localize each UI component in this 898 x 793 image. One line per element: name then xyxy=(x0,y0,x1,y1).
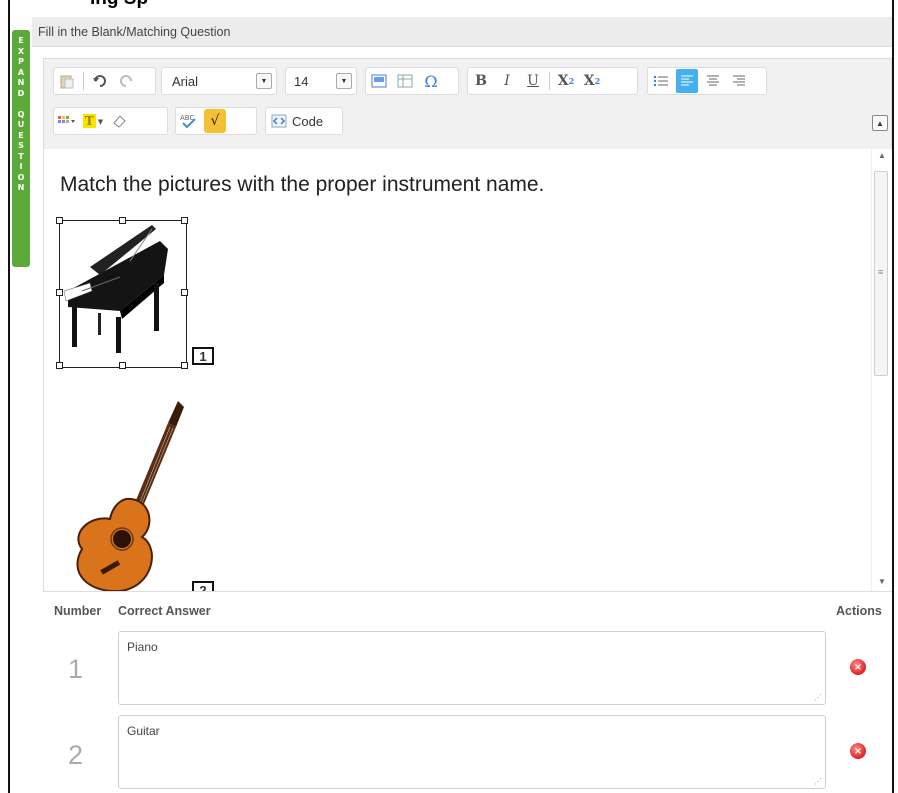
resize-handle[interactable] xyxy=(119,362,126,369)
bullet-list-icon[interactable] xyxy=(650,69,672,93)
redo-icon[interactable] xyxy=(115,69,137,93)
question-prompt: Match the pictures with the proper instr… xyxy=(60,173,545,196)
resize-grip-icon[interactable]: ⋰ xyxy=(814,777,822,786)
panel-title: Fill in the Blank/Matching Question xyxy=(32,17,892,47)
subscript-icon[interactable]: X2 xyxy=(555,69,577,93)
expand-tab-letter: Q xyxy=(17,109,25,119)
expand-tab-letter: X xyxy=(17,46,25,56)
expand-tab-letter: A xyxy=(17,67,25,77)
align-right-icon[interactable] xyxy=(728,69,750,93)
insert-image-icon[interactable] xyxy=(368,69,390,93)
expand-tab-letter: N xyxy=(17,78,25,87)
expand-tab-letter: D xyxy=(17,88,25,98)
expand-tab-letter: E xyxy=(18,130,24,140)
scroll-down-icon[interactable]: ▼ xyxy=(878,577,886,586)
align-left-icon[interactable] xyxy=(676,69,698,93)
expand-tab-letter: N xyxy=(17,183,25,192)
table-color-icon[interactable] xyxy=(56,109,78,133)
special-character-icon[interactable]: Ω xyxy=(420,69,442,93)
correct-answer-column-header: Correct Answer xyxy=(118,604,211,618)
chevron-down-icon: ▼ xyxy=(336,73,352,89)
font-family-value: Arial xyxy=(172,73,199,89)
answer-input[interactable]: Piano ⋰ xyxy=(118,631,826,705)
format-group: B I U X2 X2 xyxy=(467,67,638,95)
insert-group: Ω xyxy=(365,67,459,95)
toolbar-collapse-icon[interactable]: ▲ xyxy=(872,115,888,131)
undo-icon[interactable] xyxy=(89,69,111,93)
outer-border xyxy=(892,0,894,793)
number-column-header: Number xyxy=(54,604,102,618)
expand-tab-letter: S xyxy=(18,141,24,150)
separator xyxy=(83,72,84,90)
actions-column-header: Actions xyxy=(836,604,882,618)
resize-handle[interactable] xyxy=(56,217,63,224)
guitar-image[interactable] xyxy=(60,397,184,591)
page-heading: ing Sp xyxy=(90,0,148,9)
underline-icon[interactable]: U xyxy=(522,69,544,93)
expand-tab-letter: E xyxy=(18,36,24,45)
image-selection-frame xyxy=(59,220,187,368)
expand-question-tab[interactable]: EXPAND QUESTION xyxy=(12,30,30,267)
code-label: Code xyxy=(292,113,324,129)
editor-content[interactable]: Match the pictures with the proper instr… xyxy=(44,149,871,591)
editor-scrollbar[interactable]: ▲ ≡ ▼ xyxy=(871,149,892,591)
font-family-select[interactable]: Arial ▼ xyxy=(161,67,277,95)
answer-value: Piano xyxy=(127,640,158,654)
expand-tab-letter: T xyxy=(18,151,24,161)
expand-tab-letter xyxy=(20,99,23,110)
font-size-select[interactable]: 14 ▼ xyxy=(285,67,357,95)
eraser-icon[interactable] xyxy=(108,109,130,133)
expand-tab-letter: O xyxy=(17,172,25,182)
resize-handle[interactable] xyxy=(56,362,63,369)
bold-icon[interactable]: B xyxy=(470,69,492,93)
resize-handle[interactable] xyxy=(181,362,188,369)
expand-tab-letter: P xyxy=(18,57,24,66)
align-center-icon[interactable] xyxy=(702,69,724,93)
chevron-down-icon: ▼ xyxy=(256,73,272,89)
superscript-icon[interactable]: X2 xyxy=(581,69,603,93)
italic-icon[interactable]: I xyxy=(496,69,518,93)
answer-number-badge: 1 xyxy=(192,347,214,365)
expand-tab-letter: U xyxy=(17,120,25,129)
tools-group: ABC √ xyxy=(175,107,257,135)
outer-border xyxy=(8,0,10,793)
scroll-thumb[interactable]: ≡ xyxy=(874,171,888,376)
clipboard-group xyxy=(53,67,156,95)
spellcheck-icon[interactable]: ABC xyxy=(178,109,200,133)
answer-value: Guitar xyxy=(127,724,160,738)
answer-input[interactable]: Guitar ⋰ xyxy=(118,715,826,789)
resize-handle[interactable] xyxy=(119,217,126,224)
code-icon xyxy=(268,109,290,133)
paste-icon[interactable] xyxy=(56,69,78,93)
insert-table-icon[interactable] xyxy=(394,69,416,93)
resize-grip-icon[interactable]: ⋰ xyxy=(814,693,822,702)
editor-toolbar: Arial ▼ 14 ▼ Ω B I U X2 X 2 T ▼ ABC √ Co… xyxy=(44,59,891,150)
separator xyxy=(549,72,550,90)
answer-number-badge: 2 xyxy=(192,581,214,591)
delete-icon[interactable]: × xyxy=(850,743,866,759)
resize-handle[interactable] xyxy=(56,289,63,296)
math-formula-icon[interactable]: √ xyxy=(204,109,226,133)
grip-icon: ≡ xyxy=(878,267,884,277)
resize-handle[interactable] xyxy=(181,289,188,296)
scroll-up-icon[interactable]: ▲ xyxy=(878,151,886,160)
text-highlight-icon[interactable]: T ▼ xyxy=(82,109,104,133)
expand-tab-letter: I xyxy=(19,162,23,171)
row-number: 1 xyxy=(68,654,84,684)
delete-icon[interactable]: × xyxy=(850,659,866,675)
row-number: 2 xyxy=(68,740,84,770)
font-size-value: 14 xyxy=(294,73,309,89)
rich-text-editor: Arial ▼ 14 ▼ Ω B I U X2 X 2 T ▼ ABC √ Co… xyxy=(43,58,892,592)
resize-handle[interactable] xyxy=(181,217,188,224)
code-button[interactable]: Code xyxy=(265,107,343,135)
color-group: T ▼ xyxy=(53,107,168,135)
alignment-group xyxy=(647,67,767,95)
